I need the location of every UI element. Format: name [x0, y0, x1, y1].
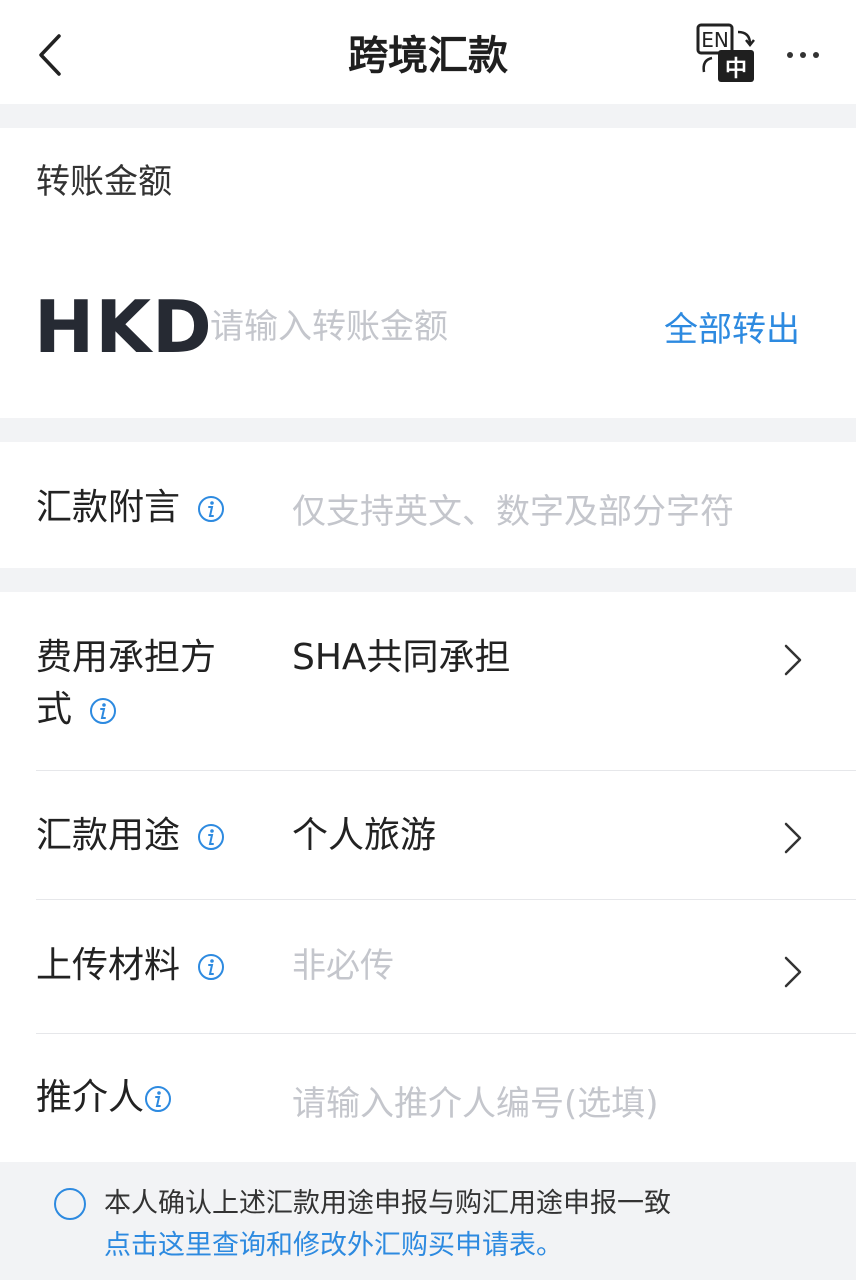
remark-label: 汇款附言: [36, 487, 181, 528]
confirmation-footer: 本人确认上述汇款用途申报与购汇用途申报一致 点击这里查询和修改外汇购买申请表。: [0, 1162, 856, 1280]
purpose-value: 个人旅游: [292, 815, 437, 856]
referrer-input[interactable]: [292, 1078, 792, 1130]
confirm-text: 本人确认上述汇款用途申报与购汇用途申报一致: [104, 1188, 671, 1219]
nav-bar: 跨境汇款 EN 中: [0, 0, 856, 104]
translate-icon: EN 中: [696, 23, 755, 82]
more-button[interactable]: [780, 30, 826, 80]
currency-code: HKD: [34, 285, 213, 369]
lang-zh-text: 中: [725, 57, 747, 82]
amount-heading: 转账金额: [36, 162, 172, 202]
remark-label-row: 汇款附言: [36, 482, 225, 534]
transfer-all-button[interactable]: 全部转出: [664, 306, 800, 354]
upload-value: 非必传: [292, 946, 394, 986]
fee-label-line1: 费用承担方: [36, 637, 217, 678]
more-dots-icon: [787, 52, 793, 58]
info-icon[interactable]: [89, 697, 117, 725]
lang-en-text: EN: [701, 28, 729, 52]
confirm-radio[interactable]: [54, 1188, 86, 1220]
chevron-right-icon: [784, 956, 802, 988]
purpose-label-row: 汇款用途: [36, 810, 225, 862]
divider: [36, 1033, 856, 1034]
chevron-right-icon: [784, 822, 802, 854]
referrer-label-row: 推介人: [36, 1072, 172, 1124]
chevron-right-icon: [784, 644, 802, 676]
fee-label-line2-row: 式: [36, 684, 117, 736]
upload-label-row: 上传材料: [36, 940, 225, 992]
info-icon[interactable]: [197, 953, 225, 981]
info-icon[interactable]: [197, 823, 225, 851]
language-toggle-button[interactable]: EN 中: [694, 22, 758, 84]
referrer-label: 推介人: [36, 1077, 145, 1118]
upload-label: 上传材料: [36, 945, 181, 986]
forex-application-link[interactable]: 点击这里查询和修改外汇购买申请表。: [104, 1226, 563, 1266]
fee-label-line2: 式: [36, 689, 73, 730]
info-icon[interactable]: [197, 495, 225, 523]
info-icon[interactable]: [144, 1085, 172, 1113]
remark-input[interactable]: [292, 486, 792, 538]
fee-value: SHA共同承担: [292, 637, 511, 678]
amount-input[interactable]: [210, 302, 640, 352]
purpose-label: 汇款用途: [36, 815, 181, 856]
